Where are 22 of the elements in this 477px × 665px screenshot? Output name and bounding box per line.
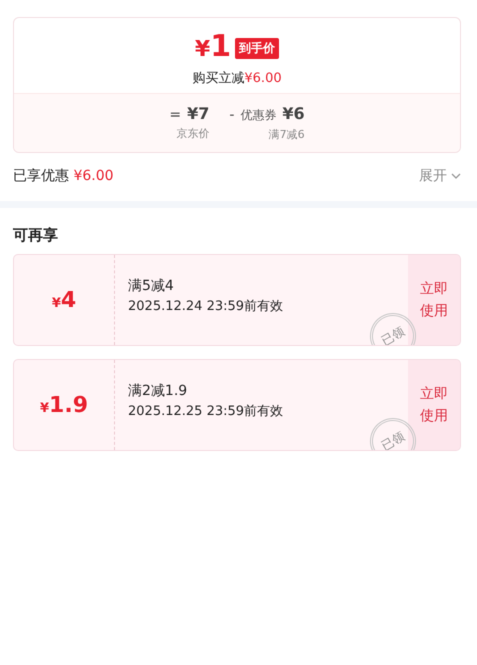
coupon-title: 满2减1.9 bbox=[128, 382, 188, 400]
reduction-text: 购买立减¥6.00 bbox=[192, 70, 282, 87]
coupon-validity: 2025.12.24 23:59前有效 bbox=[128, 298, 284, 315]
use-now-button[interactable]: 立即使用 bbox=[408, 255, 460, 345]
term-note: 京东价 bbox=[176, 126, 210, 141]
final-price-badge: 到手价 bbox=[235, 38, 280, 59]
term-amount: ¥7 bbox=[187, 104, 210, 123]
coupon-amount: ¥1.9 bbox=[40, 392, 88, 418]
enjoyed-discount: 已享优惠 ¥6.00 bbox=[13, 167, 114, 185]
term-note: 满7减6 bbox=[268, 127, 305, 142]
coupon-title: 满5减4 bbox=[128, 277, 175, 295]
term-amount: ¥6 bbox=[282, 104, 305, 123]
operator: = bbox=[169, 107, 182, 123]
use-now-button[interactable]: 立即使用 bbox=[408, 360, 460, 450]
final-price: ¥1 bbox=[194, 30, 232, 66]
coupon-validity: 2025.12.25 23:59前有效 bbox=[128, 403, 284, 420]
term-label: 优惠券 bbox=[240, 107, 276, 124]
section-title: 可再享 bbox=[13, 226, 59, 245]
coupon-amount: ¥4 bbox=[52, 288, 76, 312]
chevron-icon bbox=[451, 172, 461, 180]
operator: - bbox=[229, 107, 234, 123]
expand-toggle[interactable]: 展开 bbox=[419, 167, 461, 185]
